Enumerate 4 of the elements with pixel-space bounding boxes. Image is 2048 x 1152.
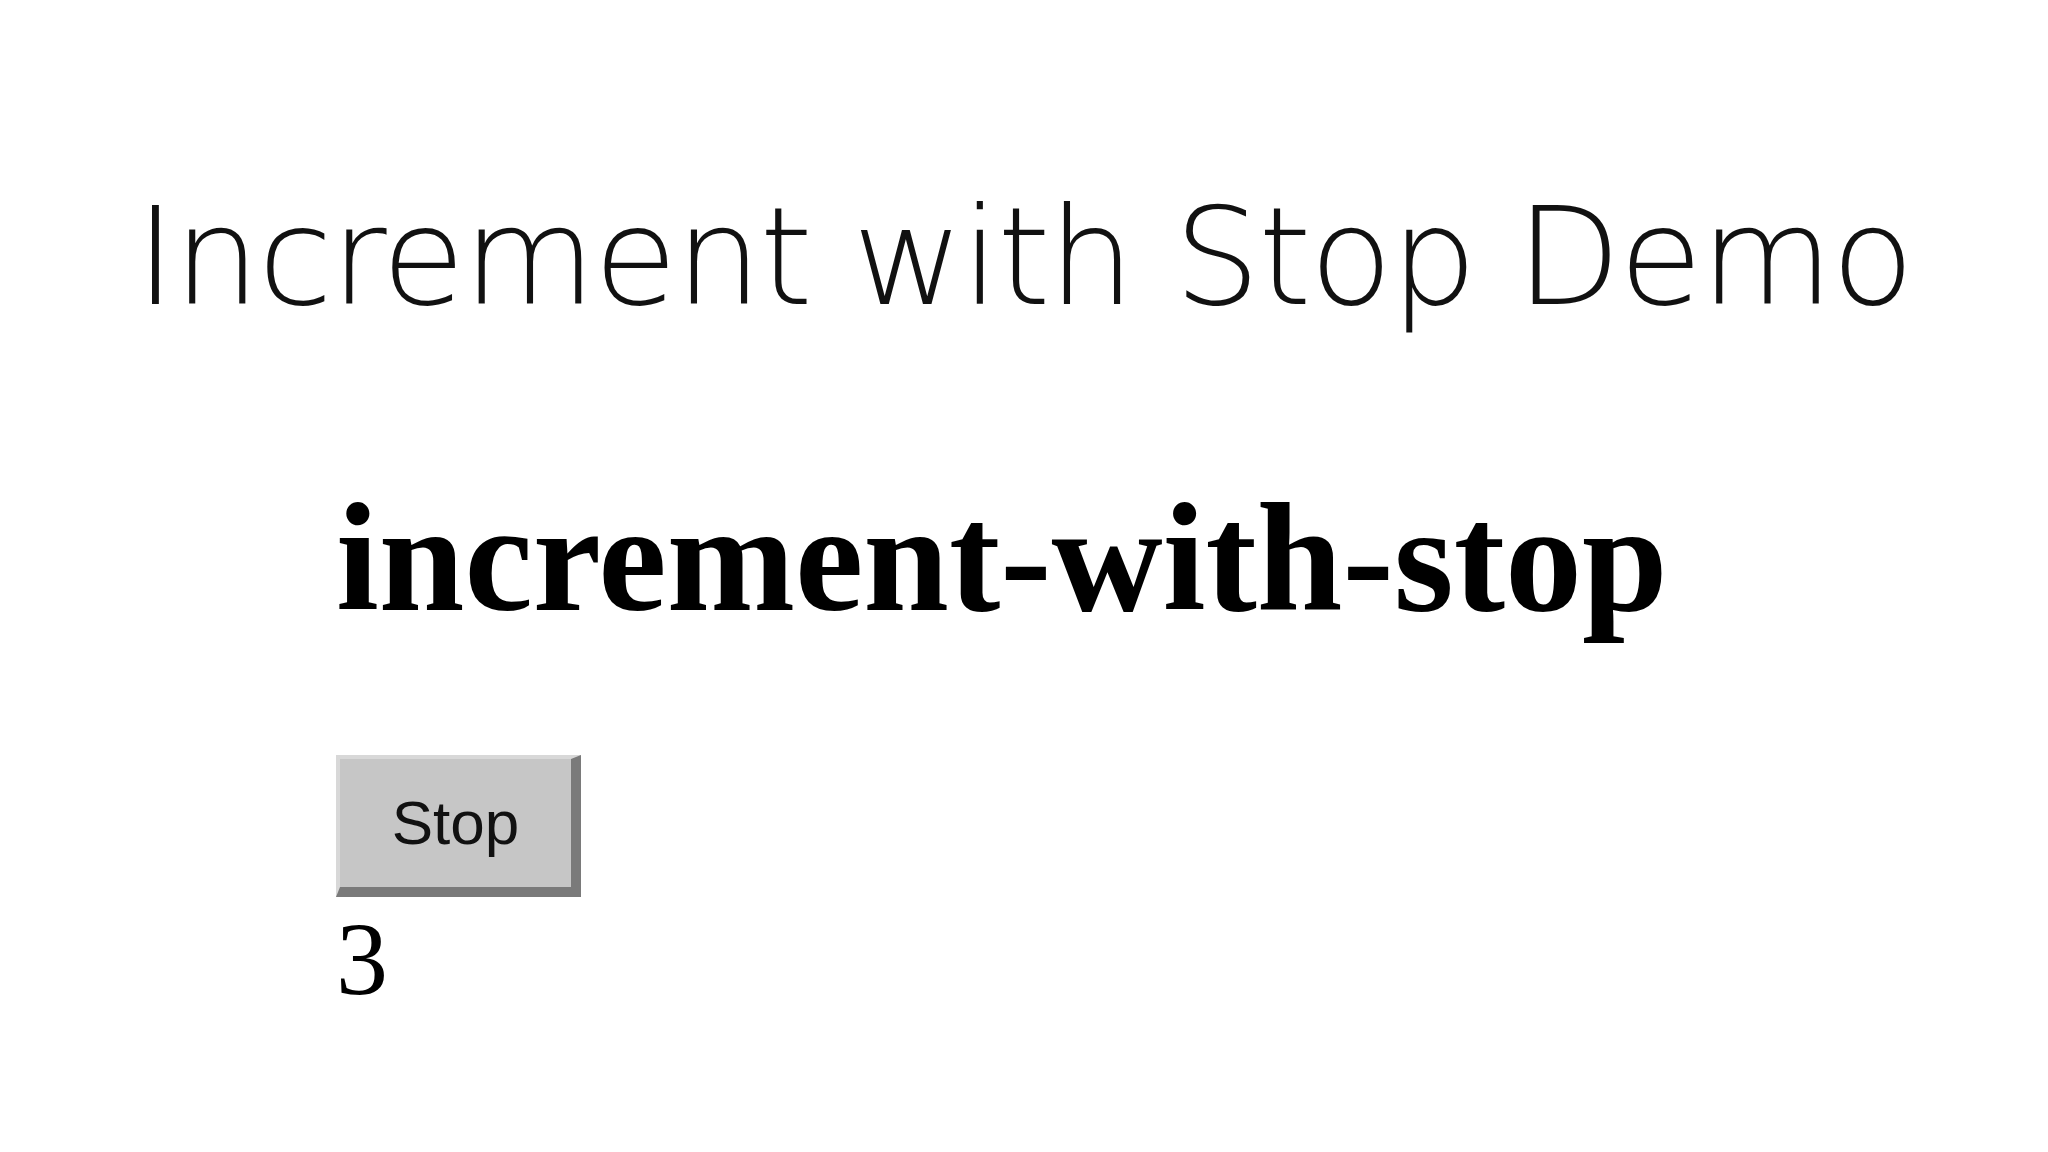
counter-value: 3 bbox=[336, 899, 388, 1018]
demo-heading: increment-with-stop bbox=[336, 472, 1668, 645]
page-title: Increment with Stop Demo bbox=[135, 177, 1913, 338]
stop-button[interactable]: Stop bbox=[336, 754, 581, 897]
